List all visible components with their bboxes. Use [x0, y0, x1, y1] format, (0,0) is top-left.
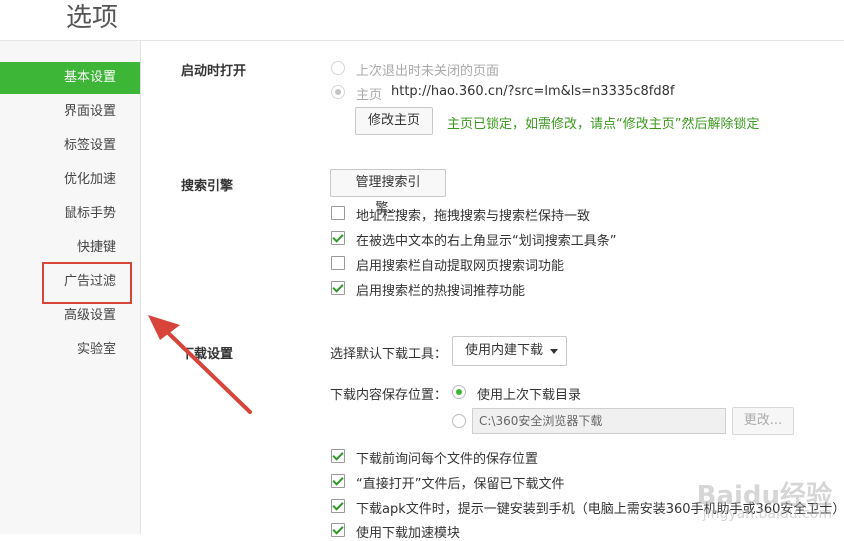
watermark-subtext: jingyan.baidu.com: [702, 506, 832, 522]
baidu-watermark: Baidu经验 jingyan.baidu.com: [697, 475, 832, 522]
annotation-arrow-icon: [148, 315, 252, 414]
